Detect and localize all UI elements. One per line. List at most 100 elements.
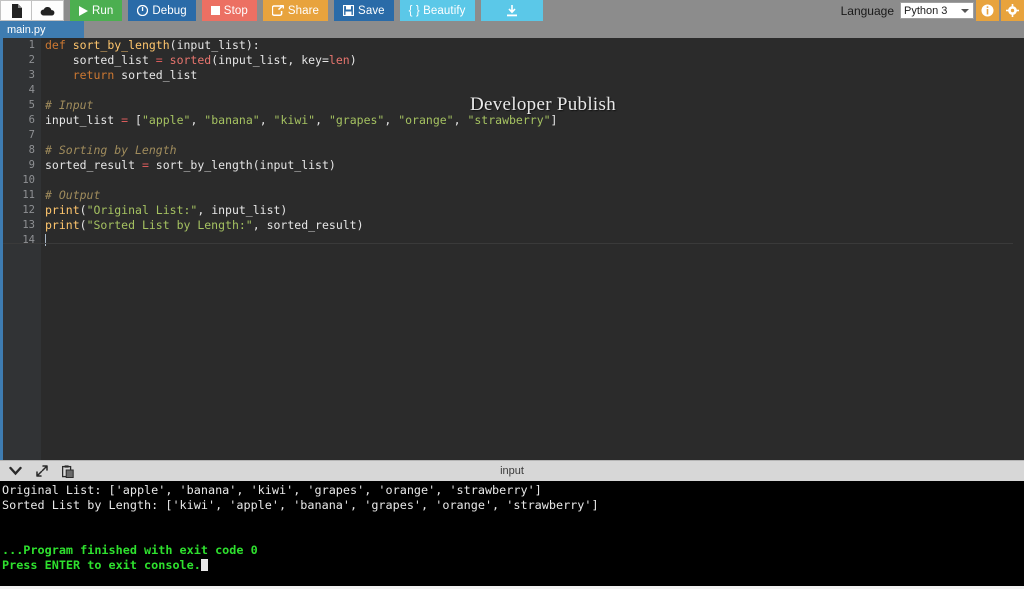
language-label: Language xyxy=(840,3,894,18)
share-button[interactable]: Share xyxy=(262,0,329,21)
share-button-label: Share xyxy=(287,4,320,17)
language-selector-group: Language Python 3 xyxy=(841,0,976,21)
language-select[interactable]: Python 3 xyxy=(900,2,974,19)
token-function-print: print xyxy=(45,203,80,217)
console-line-prompt: Press ENTER to exit console. xyxy=(2,558,1024,573)
code-line-9: sorted_result = sort_by_length(input_lis… xyxy=(45,158,1024,173)
console-output[interactable]: Original List: ['apple', 'banana', 'kiwi… xyxy=(0,481,1024,589)
code-editor[interactable]: 1 2 3 4 5 6 7 8 9 10 11 12 13 14 def sor… xyxy=(0,38,1024,460)
settings-button[interactable] xyxy=(1001,0,1024,21)
debug-icon xyxy=(137,5,149,16)
token-comment: # Output xyxy=(45,188,101,202)
token-string: "Sorted List by Length:" xyxy=(86,218,253,232)
editor-divider xyxy=(3,243,1024,244)
tab-main-py[interactable]: main.py xyxy=(0,21,84,38)
console-header: input xyxy=(0,460,1024,481)
token-string: "strawberry" xyxy=(467,113,551,127)
new-file-button[interactable] xyxy=(0,0,32,21)
token-open-paren: ( xyxy=(79,218,87,232)
code-line-12: print("Original List:", input_list) xyxy=(45,203,1024,218)
gear-icon xyxy=(1006,4,1019,17)
token-rest: (input_list, key= xyxy=(211,53,329,67)
code-line-14 xyxy=(45,233,1024,248)
token-string: "apple" xyxy=(141,113,191,127)
stop-icon xyxy=(210,6,220,15)
download-icon xyxy=(506,4,517,16)
run-button[interactable]: Run xyxy=(70,0,123,21)
tab-label: main.py xyxy=(7,23,46,36)
token-operator: = xyxy=(141,158,149,172)
code-line-2: sorted_list = sorted(input_list, key=len… xyxy=(45,53,1024,68)
editor-scrollbar[interactable] xyxy=(1013,38,1024,460)
token-name: sorted_list xyxy=(72,53,156,67)
code-line-13: print("Sorted List by Length:", sorted_r… xyxy=(45,218,1024,233)
line-number: 1 xyxy=(28,39,35,51)
toolbar-file-actions xyxy=(0,0,64,21)
line-number: 7 xyxy=(28,129,35,141)
line-number: 3 xyxy=(28,69,35,81)
upload-file-button[interactable] xyxy=(32,0,64,21)
save-button[interactable]: Save xyxy=(334,0,394,21)
token-comma: , xyxy=(190,113,205,127)
token-name: sorted_result xyxy=(45,158,142,172)
line-number: 10 xyxy=(22,174,35,186)
token-comment: # Input xyxy=(45,98,94,112)
debug-button[interactable]: Debug xyxy=(128,0,196,21)
code-line-3: return sorted_list xyxy=(45,68,1024,83)
top-toolbar: Run Debug Stop Share Save {} Beautify L… xyxy=(0,0,1024,21)
line-number: 6 xyxy=(28,114,35,126)
ide-window: Run Debug Stop Share Save {} Beautify L… xyxy=(0,0,1024,589)
console-line-exit-status: ...Program finished with exit code 0 xyxy=(2,543,258,557)
beautify-button[interactable]: { } Beautify xyxy=(399,0,475,21)
file-icon xyxy=(11,3,22,18)
run-button-label: Run xyxy=(92,4,114,17)
token-builtin: sorted xyxy=(162,53,212,67)
token-name: sorted_list xyxy=(114,68,198,82)
token-call: sort_by_length(input_list) xyxy=(148,158,336,172)
line-number: 11 xyxy=(22,189,35,201)
chevron-down-icon xyxy=(961,8,969,13)
code-line-6: input_list = ["apple", "banana", "kiwi",… xyxy=(45,113,1024,128)
token-open-paren: ( xyxy=(79,203,87,217)
code-line-11: # Output xyxy=(45,188,1024,203)
token-builtin-len: len xyxy=(328,53,350,67)
cloud-upload-icon xyxy=(40,7,54,16)
token-function-print: print xyxy=(45,218,80,232)
floppy-save-icon xyxy=(343,5,355,16)
token-comma: , xyxy=(315,113,329,127)
token-comment: # Sorting by Length xyxy=(45,143,177,157)
download-button[interactable] xyxy=(480,0,543,21)
tab-bar: main.py xyxy=(0,21,1024,38)
token-comma: , xyxy=(259,113,274,127)
console-line: Sorted List by Length: ['kiwi', 'apple',… xyxy=(2,498,599,512)
console-prompt-text: Press ENTER to exit console. xyxy=(2,558,201,572)
language-select-value: Python 3 xyxy=(904,4,948,17)
token-string: "banana" xyxy=(204,113,260,127)
token-comma: , xyxy=(384,113,399,127)
line-number: 9 xyxy=(28,159,35,171)
line-number: 2 xyxy=(28,54,35,66)
console-title: input xyxy=(500,465,524,477)
stop-button[interactable]: Stop xyxy=(201,0,257,21)
token-comma: , xyxy=(453,113,468,127)
beautify-button-label: { } Beautify xyxy=(408,4,466,17)
line-number: 14 xyxy=(22,234,35,246)
code-line-1: def sort_by_length(input_list): xyxy=(45,38,1024,53)
text-cursor xyxy=(45,234,46,246)
line-number-gutter: 1 2 3 4 5 6 7 8 9 10 11 12 13 14 xyxy=(3,38,41,460)
share-icon xyxy=(271,5,284,16)
line-number: 12 xyxy=(22,204,35,216)
console-line: Original List: ['apple', 'banana', 'kiwi… xyxy=(2,483,542,497)
info-button[interactable] xyxy=(976,0,999,21)
info-icon xyxy=(981,4,994,17)
line-number: 13 xyxy=(22,219,35,231)
token-close: ) xyxy=(349,53,357,67)
code-content[interactable]: def sort_by_length(input_list): sorted_l… xyxy=(45,38,1024,460)
